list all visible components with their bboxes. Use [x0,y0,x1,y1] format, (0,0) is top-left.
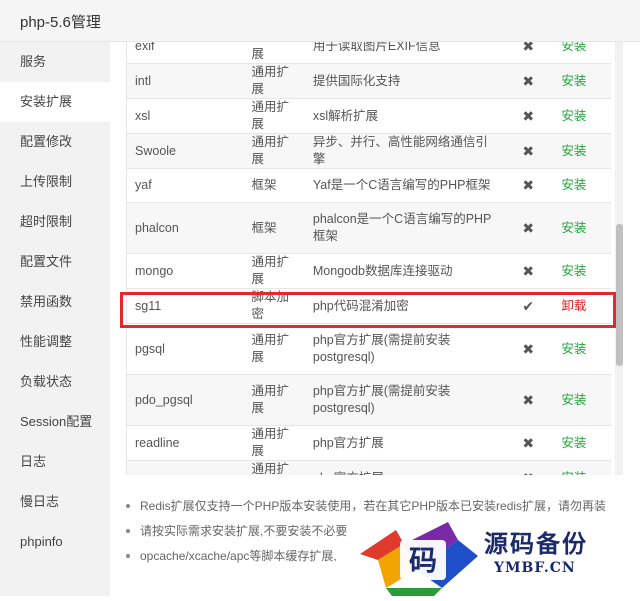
ext-name: exif [127,42,244,64]
table-row: pdo_pgsql 通用扩展 php官方扩展(需提前安装postgresql) … [127,374,611,426]
ext-name: readline [127,425,244,461]
table-row: readline 通用扩展 php官方扩展 ✖ 安装 [127,425,611,461]
sidebar-item-config-file[interactable]: 配置文件 [0,242,110,282]
window-title: php-5.6管理 [20,14,101,31]
table-row-highlighted: sg11 脚本加密 php代码混淆加密 ✔ 卸载 [127,288,611,324]
bullet-icon [126,553,130,558]
ext-name: yaf [127,168,244,203]
bullet-icon [126,503,130,508]
ext-desc: php官方扩展(需提前安装postgresql) [304,374,504,426]
sidebar-item-phpinfo[interactable]: phpinfo [0,522,110,562]
sidebar-item-session-config[interactable]: Session配置 [0,402,110,442]
ext-name: xsl [127,98,244,134]
uninstall-button[interactable]: 卸载 [561,299,586,313]
bullet-icon [126,528,130,533]
install-button[interactable]: 安装 [561,342,586,356]
ext-desc: phalcon是一个C语言编写的PHP框架 [304,202,504,254]
sidebar-item-load-status[interactable]: 负载状态 [0,362,110,402]
not-installed-icon: ✖ [503,168,554,203]
sidebar-item-install-extensions[interactable]: 安装扩展 [0,82,110,122]
ext-desc: Yaf是一个C语言编写的PHP框架 [304,168,504,203]
extensions-table-container[interactable]: exif 通用扩展 用于读取图片EXIF信息 ✖ 安装 intl 通用扩展 提供… [126,42,622,475]
ext-name: Swoole [127,133,244,169]
ext-desc: php代码混淆加密 [304,288,504,324]
not-installed-icon: ✖ [503,253,554,289]
not-installed-icon: ✖ [503,42,554,64]
sidebar-item-service[interactable]: 服务 [0,42,110,82]
install-button[interactable]: 安装 [561,178,586,192]
not-installed-icon: ✖ [503,323,554,375]
table-row: pgsql 通用扩展 php官方扩展(需提前安装postgresql) ✖ 安装 [127,323,611,375]
table-row: Swoole 通用扩展 异步、并行、高性能网络通信引擎 ✖ 安装 [127,133,611,169]
ext-type: 框架 [243,202,305,254]
ext-desc: 用于读取图片EXIF信息 [304,42,504,64]
install-button[interactable]: 安装 [561,471,586,476]
watermark-text: 源码备份 [484,529,588,558]
table-row: yaf 框架 Yaf是一个C语言编写的PHP框架 ✖ 安装 [127,168,611,203]
ext-type: 通用扩展 [243,133,305,169]
install-button[interactable]: 安装 [561,221,586,235]
install-button[interactable]: 安装 [561,144,586,158]
ext-desc: 异步、并行、高性能网络通信引擎 [304,133,504,169]
ext-name: pgsql [127,323,244,375]
table-row: phalcon 框架 phalcon是一个C语言编写的PHP框架 ✖ 安装 [127,202,611,254]
sidebar-item-disabled-functions[interactable]: 禁用函数 [0,282,110,322]
not-installed-icon: ✖ [503,202,554,254]
install-button[interactable]: 安装 [561,42,586,53]
table-row: xsl 通用扩展 xsl解析扩展 ✖ 安装 [127,98,611,134]
sidebar-item-slow-log[interactable]: 慢日志 [0,482,110,522]
sidebar-item-upload-limit[interactable]: 上传限制 [0,162,110,202]
ext-name: phalcon [127,202,244,254]
not-installed-icon: ✖ [503,425,554,461]
sidebar: 服务 安装扩展 配置修改 上传限制 超时限制 配置文件 禁用函数 性能调整 负载… [0,42,110,596]
ext-type: 脚本加密 [243,288,305,324]
ext-desc: php官方扩展 [304,425,504,461]
ext-type: 通用扩展 [243,323,305,375]
ext-type: 通用扩展 [243,253,305,289]
not-installed-icon: ✖ [503,133,554,169]
install-button[interactable]: 安装 [561,436,586,450]
sidebar-item-timeout-limit[interactable]: 超时限制 [0,202,110,242]
install-button[interactable]: 安装 [561,109,586,123]
ext-desc: xsl解析扩展 [304,98,504,134]
not-installed-icon: ✖ [503,460,554,475]
install-button[interactable]: 安装 [561,393,586,407]
ext-type: 通用扩展 [243,63,305,99]
install-button[interactable]: 安装 [561,74,586,88]
ext-desc: php官方扩展 [304,460,504,475]
sidebar-item-config-edit[interactable]: 配置修改 [0,122,110,162]
ext-type: 通用扩展 [243,98,305,134]
ext-desc: php官方扩展(需提前安装postgresql) [304,323,504,375]
ext-type: 通用扩展 [243,425,305,461]
ext-type: 通用扩展 [243,460,305,475]
title-bar: php-5.6管理 [0,0,640,42]
ext-type: 通用扩展 [243,374,305,426]
ext-type: 通用扩展 [243,42,305,64]
ext-name: mongo [127,253,244,289]
table-row: snmp 通用扩展 php官方扩展 ✖ 安装 [127,460,611,476]
ext-desc: Mongodb数据库连接驱动 [304,253,504,289]
watermark-url: YMBF.CN [494,560,576,576]
ext-name: snmp [127,460,244,475]
not-installed-icon: ✖ [503,63,554,99]
installed-check-icon: ✔ [503,288,554,324]
watermark-logo: 码 源码备份 YMBF.CN [356,510,640,596]
sidebar-item-performance[interactable]: 性能调整 [0,322,110,362]
not-installed-icon: ✖ [503,98,554,134]
table-row: mongo 通用扩展 Mongodb数据库连接驱动 ✖ 安装 [127,253,611,289]
svg-text:码: 码 [409,544,437,577]
table-scrollbar-thumb[interactable] [616,224,623,366]
sidebar-item-log[interactable]: 日志 [0,442,110,482]
watermark-emblem-icon: 码 [360,522,478,596]
table-row: exif 通用扩展 用于读取图片EXIF信息 ✖ 安装 [127,42,611,64]
ext-desc: 提供国际化支持 [304,63,504,99]
ext-type: 框架 [243,168,305,203]
not-installed-icon: ✖ [503,374,554,426]
install-button[interactable]: 安装 [561,264,586,278]
extensions-table: exif 通用扩展 用于读取图片EXIF信息 ✖ 安装 intl 通用扩展 提供… [127,42,611,475]
ext-name: pdo_pgsql [127,374,244,426]
ext-name: sg11 [127,288,244,324]
ext-name: intl [127,63,244,99]
table-row: intl 通用扩展 提供国际化支持 ✖ 安装 [127,63,611,99]
